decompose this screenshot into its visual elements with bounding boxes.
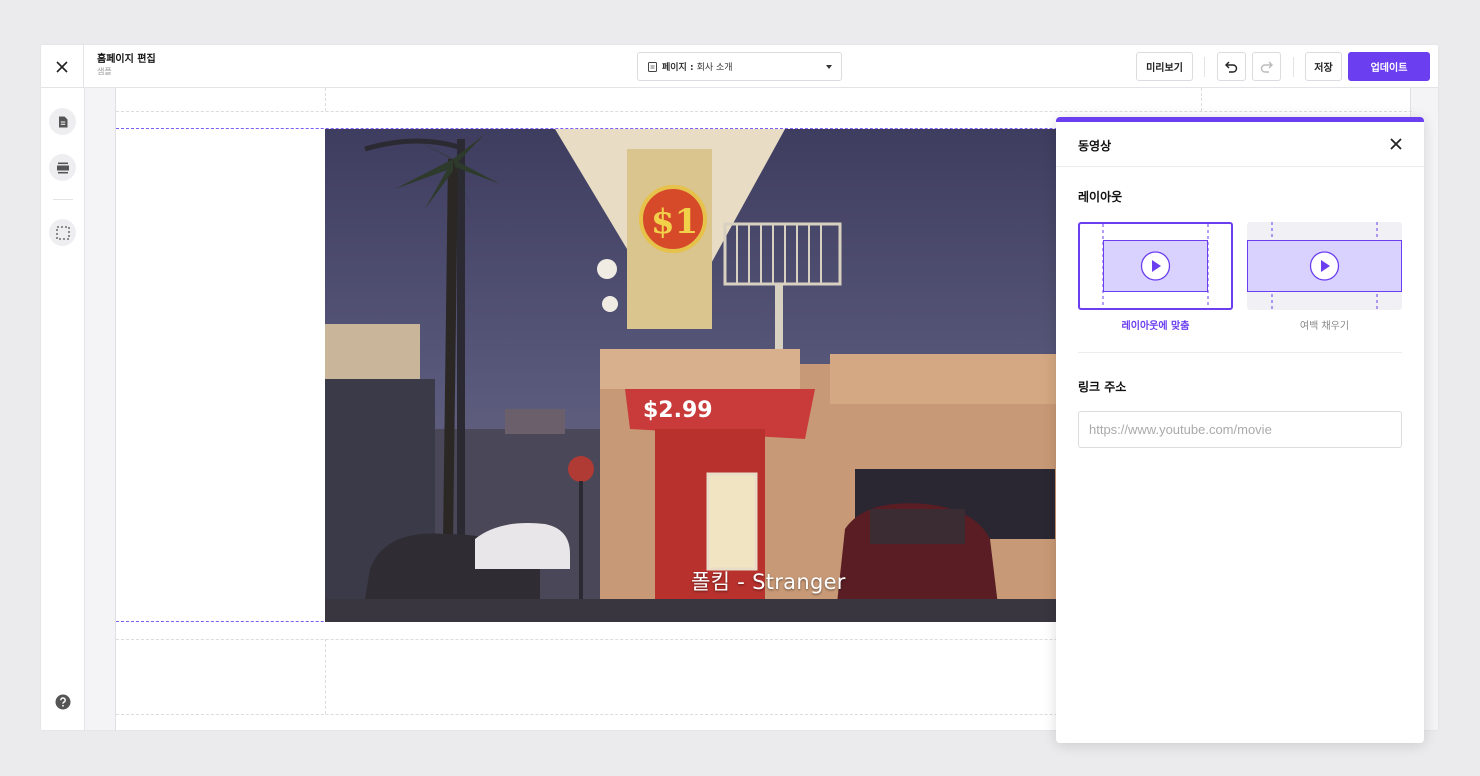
rail-divider	[53, 199, 73, 200]
layout-option-fit[interactable]	[1078, 222, 1233, 310]
caret-down-icon	[826, 65, 832, 69]
top-bar: 홈페이지 편집 샘플 페이지 : 회사 소개 미리보기 저장 업데이트	[41, 45, 1438, 88]
layout-section-label: 레이아웃	[1078, 190, 1123, 204]
close-icon	[56, 60, 68, 73]
page-select[interactable]: 페이지 : 회사 소개	[637, 52, 842, 81]
layout-fit-illustration	[1102, 224, 1209, 308]
close-editor-button[interactable]	[41, 45, 84, 88]
save-button[interactable]: 저장	[1305, 52, 1342, 81]
section-tool-button[interactable]	[49, 154, 76, 181]
link-section-label: 링크 주소	[1078, 380, 1127, 394]
row-guide	[116, 111, 1412, 112]
page-tool-button[interactable]	[49, 108, 76, 135]
undo-button[interactable]	[1217, 52, 1246, 81]
site-name: 샘플	[97, 67, 112, 76]
editor-title: 홈페이지 편집	[97, 54, 156, 65]
panel-header: 동영상	[1056, 122, 1424, 167]
update-button[interactable]: 업데이트	[1348, 52, 1430, 81]
close-icon	[1390, 138, 1402, 150]
select-area-tool-button[interactable]	[49, 219, 76, 246]
toolbar-divider	[1204, 57, 1205, 77]
layout-option-fill[interactable]	[1247, 222, 1402, 310]
redo-icon	[1260, 61, 1273, 73]
page-icon	[58, 116, 67, 127]
help-button[interactable]	[49, 688, 76, 715]
column-guide	[325, 88, 326, 111]
left-tool-rail	[41, 88, 85, 730]
layout-option-fit-label: 레이아웃에 맞춤	[1121, 321, 1190, 332]
video-caption: 폴킴 - Stranger	[691, 570, 846, 594]
video-settings-panel: 동영상 레이아웃 레이아웃에 맞춤 여백 채우기 링크 주소	[1056, 117, 1424, 743]
panel-divider	[1078, 352, 1402, 353]
redo-button[interactable]	[1252, 52, 1281, 81]
page-select-prefix: 페이지 :	[662, 63, 694, 73]
help-icon	[55, 694, 70, 709]
column-guide	[1201, 88, 1202, 111]
toolbar-divider	[1293, 57, 1294, 77]
panel-title: 동영상	[1078, 139, 1112, 153]
preview-button[interactable]: 미리보기	[1136, 52, 1193, 81]
layout-option-fill-label: 여백 채우기	[1299, 321, 1350, 332]
undo-icon	[1225, 61, 1238, 73]
document-icon	[648, 61, 657, 72]
page-select-value: 회사 소개	[696, 63, 733, 73]
panel-close-button[interactable]	[1388, 136, 1404, 152]
link-url-input[interactable]	[1078, 411, 1402, 448]
section-icon	[56, 162, 69, 173]
svg-text:$1: $1	[651, 202, 698, 242]
column-guide	[325, 639, 326, 714]
svg-text:$2.99: $2.99	[643, 398, 713, 423]
editor-title-block: 홈페이지 편집 샘플	[97, 53, 156, 77]
layout-fill-illustration	[1247, 222, 1402, 310]
select-area-icon	[55, 225, 70, 240]
